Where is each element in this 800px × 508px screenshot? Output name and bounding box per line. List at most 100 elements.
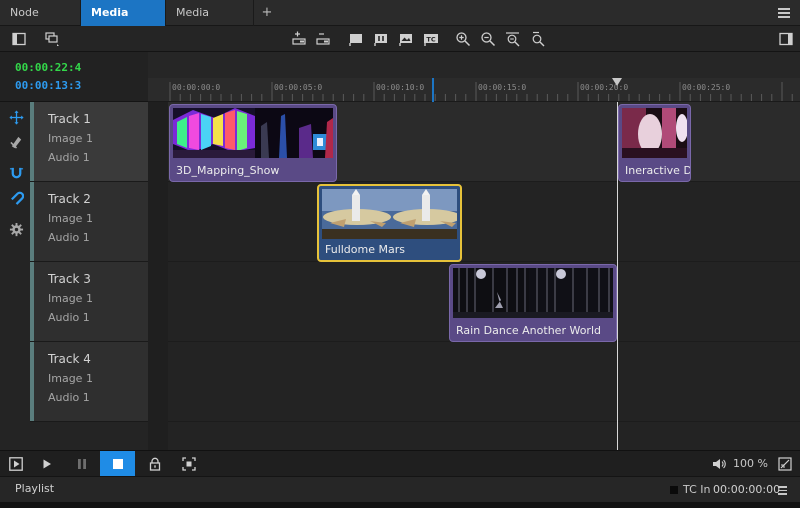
clip-thumbnail	[622, 108, 687, 158]
zoom-fit-icon[interactable]	[504, 30, 522, 48]
zoom-out-icon[interactable]	[479, 30, 497, 48]
zoom-reset-icon[interactable]	[529, 30, 547, 48]
speaker-icon[interactable]	[710, 451, 728, 476]
status-bar: Playlist TC In 00:00:00:00	[0, 476, 800, 502]
play-icon[interactable]	[38, 451, 56, 476]
track-header-4[interactable]: Track 4 Image 1 Audio 1	[30, 342, 148, 422]
clip-label: 3D_Mapping_Show	[176, 164, 280, 177]
tab-media-library[interactable]: Media Library	[166, 0, 254, 45]
duration-timecode: 00:00:13:3	[15, 79, 82, 92]
track-image-label: Image 1	[48, 292, 93, 305]
ruler-label: 00:00:25:0	[682, 83, 731, 92]
track-name: Track 4	[48, 352, 91, 366]
clip-thumbnail	[453, 268, 529, 318]
transport-bar: 100 %	[0, 450, 800, 476]
tc-in-label: TC In	[683, 483, 711, 496]
timeline-ruler[interactable]: 00:00:00:0 00:00:05:0 00:00:10:0 00:00:1…	[148, 78, 800, 102]
flag-icon[interactable]	[347, 30, 365, 48]
snap-magnet-icon[interactable]	[7, 163, 25, 181]
timeline[interactable]: 3D_Mapping_Show Ineractive Dar	[148, 102, 800, 450]
add-tab-button[interactable]: +	[258, 0, 276, 26]
clip-thumbnails	[322, 189, 457, 239]
right-panel-icon[interactable]	[777, 30, 795, 48]
ruler-label: 00:00:00:0	[172, 83, 221, 92]
track-header-filler	[30, 422, 148, 450]
bottom-border	[0, 502, 800, 508]
image-marker-icon[interactable]	[397, 30, 415, 48]
status-menu-icon[interactable]	[778, 486, 787, 495]
track-audio-label: Audio 1	[48, 231, 90, 244]
timeline-gutter	[148, 102, 168, 450]
track-name: Track 3	[48, 272, 91, 286]
clip-label: Fulldome Mars	[325, 243, 405, 256]
zoom-in-icon[interactable]	[454, 30, 472, 48]
tab-media-player[interactable]: Media Player	[81, 0, 166, 45]
track-header-3[interactable]: Track 3 Image 1 Audio 1	[30, 262, 148, 342]
ruler-header	[148, 52, 800, 78]
clip-rain-dance[interactable]: Rain Dance Another World	[449, 264, 617, 342]
clip-thumbnail	[529, 268, 613, 318]
volume-level[interactable]: 100 %	[733, 457, 768, 470]
toolbar: TC	[0, 26, 800, 52]
ruler-label: 00:00:15:0	[478, 83, 527, 92]
ruler-label: 00:00:05:0	[274, 83, 323, 92]
move-icon[interactable]	[7, 108, 25, 126]
track-image-label: Image 1	[48, 212, 93, 225]
tab-bar: Node Graph Media Player Media Library +	[0, 0, 800, 45]
razor-icon[interactable]	[7, 132, 25, 150]
lock-icon[interactable]	[146, 451, 164, 476]
tc-icon[interactable]: TC	[422, 30, 440, 48]
playhead-line[interactable]	[617, 102, 618, 450]
layers-icon[interactable]	[43, 30, 61, 48]
ruler-label: 00:00:10:0	[376, 83, 425, 92]
add-track-icon[interactable]	[290, 30, 308, 48]
track-audio-label: Audio 1	[48, 151, 90, 164]
tool-strip	[0, 102, 30, 450]
track-lane-2[interactable]	[148, 182, 800, 262]
track-name: Track 1	[48, 112, 91, 126]
track-lane-4[interactable]	[148, 342, 800, 422]
sidebar-toggle-icon[interactable]	[10, 30, 28, 48]
current-timecode: 00:00:22:4	[15, 61, 82, 74]
clip-label: Ineractive Dar	[625, 164, 690, 177]
clip-thumbnail	[173, 108, 255, 158]
tc-in-checkbox[interactable]	[670, 486, 678, 494]
track-header-2[interactable]: Track 2 Image 1 Audio 1	[30, 182, 148, 262]
track-color-stripe	[30, 102, 34, 181]
timecode-panel: 00:00:22:4 00:00:13:3	[0, 52, 148, 102]
play-framed-icon[interactable]	[7, 451, 25, 476]
clip-thumbnail	[322, 189, 392, 239]
remove-track-icon[interactable]	[314, 30, 332, 48]
fullscreen-icon[interactable]	[180, 451, 198, 476]
in-point-marker[interactable]	[432, 78, 434, 102]
clip-label: Rain Dance Another World	[456, 324, 601, 337]
clip-3d-mapping-show[interactable]: 3D_Mapping_Show	[169, 104, 337, 182]
playhead-handle[interactable]	[612, 78, 622, 86]
track-audio-label: Audio 1	[48, 311, 90, 324]
track-audio-label: Audio 1	[48, 391, 90, 404]
marker-icon[interactable]	[372, 30, 390, 48]
clip-thumbnail	[392, 189, 457, 239]
stop-icon[interactable]	[100, 451, 135, 476]
clip-interactive-dance[interactable]: Ineractive Dar	[618, 104, 691, 182]
clip-thumbnails	[622, 108, 687, 158]
clip-fulldome-mars[interactable]: Fulldome Mars	[317, 184, 462, 262]
magnet-icon[interactable]	[7, 188, 25, 206]
track-color-stripe	[30, 262, 34, 341]
track-image-label: Image 1	[48, 132, 93, 145]
clip-thumbnail	[255, 108, 333, 158]
track-name: Track 2	[48, 192, 91, 206]
tab-node-graph[interactable]: Node Graph	[0, 0, 81, 45]
svg-text:TC: TC	[426, 35, 435, 43]
settings-icon[interactable]	[7, 220, 25, 238]
playlist-tab[interactable]: Playlist	[15, 482, 54, 495]
track-header-1[interactable]: Track 1 Image 1 Audio 1	[30, 102, 148, 182]
tc-in-value[interactable]: 00:00:00:00	[713, 483, 780, 496]
track-color-stripe	[30, 182, 34, 261]
pause-icon[interactable]	[73, 451, 91, 476]
output-icon[interactable]	[776, 451, 794, 476]
clip-thumbnails	[453, 268, 613, 318]
menu-icon[interactable]	[778, 8, 790, 18]
track-image-label: Image 1	[48, 372, 93, 385]
track-color-stripe	[30, 342, 34, 421]
